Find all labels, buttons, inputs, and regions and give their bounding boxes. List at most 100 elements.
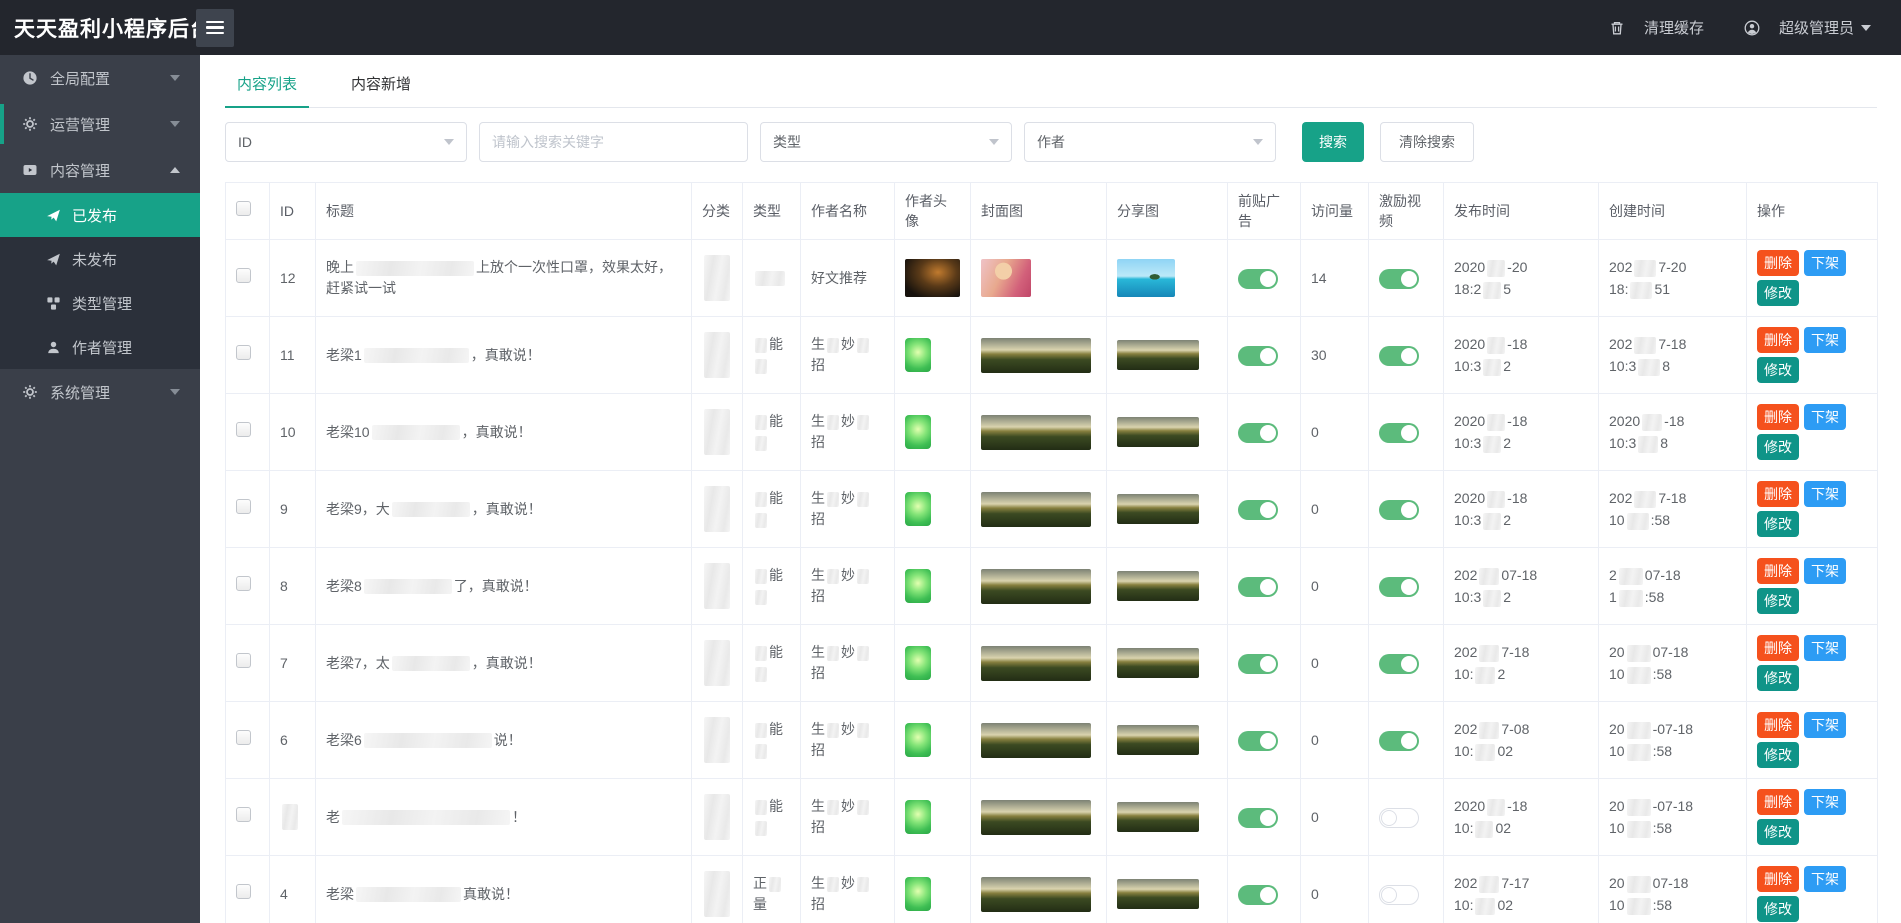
delete-button[interactable]: 删除 [1757,481,1799,507]
tab-content-add[interactable]: 内容新增 [339,73,423,107]
delete-button[interactable]: 删除 [1757,404,1799,430]
censor-patch [1627,799,1651,816]
unpublish-button[interactable]: 下架 [1804,866,1846,892]
delete-button[interactable]: 删除 [1757,866,1799,892]
unpublish-button[interactable]: 下架 [1804,404,1846,430]
text-fragment: 7-18 [1658,490,1686,506]
delete-button[interactable]: 删除 [1757,789,1799,815]
clear-cache-button[interactable]: 清理缓存 [1609,17,1704,38]
censor-patch [372,425,460,440]
hamburger-menu-icon[interactable] [196,9,234,47]
incentive-video-toggle[interactable] [1379,808,1419,828]
incentive-video-toggle[interactable] [1379,654,1419,674]
row-checkbox[interactable] [236,653,251,668]
incentive-video-toggle[interactable] [1379,577,1419,597]
column-header: 作者头像 [895,183,971,240]
delete-button[interactable]: 删除 [1757,712,1799,738]
row-checkbox[interactable] [236,730,251,745]
row-checkbox[interactable] [236,884,251,899]
incentive-video-toggle[interactable] [1379,423,1419,443]
edit-button[interactable]: 修改 [1757,357,1799,383]
unpublish-button[interactable]: 下架 [1804,789,1846,815]
edit-button[interactable]: 修改 [1757,665,1799,691]
column-header: 创建时间 [1599,183,1747,240]
pre-ad-toggle[interactable] [1238,654,1278,674]
incentive-video-toggle[interactable] [1379,885,1419,905]
unpublish-button[interactable]: 下架 [1804,635,1846,661]
sidebar-item-global-config[interactable]: 全局配置 [0,55,200,101]
pre-ad-toggle[interactable] [1238,500,1278,520]
pre-ad-toggle[interactable] [1238,731,1278,751]
delete-button[interactable]: 删除 [1757,327,1799,353]
delete-button[interactable]: 删除 [1757,635,1799,661]
text-fragment: :58 [1653,820,1672,836]
row-checkbox[interactable] [236,268,251,283]
clear-search-button[interactable]: 清除搜索 [1380,122,1474,162]
text-fragment: 老梁10 [326,424,370,440]
edit-button[interactable]: 修改 [1757,434,1799,460]
sidebar-item-unpublished[interactable]: 未发布 [0,237,200,281]
unpublish-button[interactable]: 下架 [1804,250,1846,276]
id-select[interactable]: ID [225,122,467,162]
text-fragment: 10:3 [1454,358,1481,374]
text-fragment: 202 [1609,336,1632,352]
edit-button[interactable]: 修改 [1757,896,1799,922]
keyword-input[interactable] [479,122,748,162]
sidebar-item-published[interactable]: 已发布 [0,193,200,237]
row-checkbox[interactable] [236,807,251,822]
tab-content-list[interactable]: 内容列表 [225,73,309,107]
unpublish-button[interactable]: 下架 [1804,712,1846,738]
type-cell [743,240,801,317]
type-select[interactable]: 类型 [760,122,1012,162]
unpublish-button[interactable]: 下架 [1804,481,1846,507]
pre-ad-toggle[interactable] [1238,269,1278,289]
sidebar: 全局配置运营管理内容管理已发布未发布类型管理作者管理系统管理 [0,55,200,923]
share-image [1117,879,1199,909]
delete-button[interactable]: 删除 [1757,558,1799,584]
row-checkbox[interactable] [236,499,251,514]
incentive-video-toggle[interactable] [1379,500,1419,520]
incentive-video-toggle[interactable] [1379,731,1419,751]
delete-button[interactable]: 删除 [1757,250,1799,276]
pre-ad-toggle[interactable] [1238,346,1278,366]
unpublish-button[interactable]: 下架 [1804,558,1846,584]
timestamp-line: 2020-18 [1454,410,1588,432]
sidebar-item-author-management[interactable]: 作者管理 [0,325,200,369]
sidebar-item-operations[interactable]: 运营管理 [0,101,200,147]
create-time-cell: 20-07-1810:58 [1599,702,1747,779]
text-fragment: 18: [1609,281,1628,297]
search-button[interactable]: 搜索 [1302,122,1364,162]
row-checkbox[interactable] [236,576,251,591]
pre-ad-toggle[interactable] [1238,885,1278,905]
text-fragment: 10 [1609,820,1625,836]
timestamp-line: 18:51 [1609,278,1736,300]
censor-patch [857,492,869,507]
censor-patch [1487,491,1505,508]
text-fragment: 10:3 [1609,358,1636,374]
text-fragment: 6 [280,732,288,748]
pre-ad-toggle[interactable] [1238,423,1278,443]
row-checkbox[interactable] [236,345,251,360]
text-fragment: -18 [1507,490,1527,506]
edit-button[interactable]: 修改 [1757,819,1799,845]
edit-button[interactable]: 修改 [1757,588,1799,614]
select-all-checkbox[interactable] [236,201,251,216]
admin-menu[interactable]: 超级管理员 [1744,17,1871,38]
sidebar-item-content-management[interactable]: 内容管理 [0,147,200,193]
edit-button[interactable]: 修改 [1757,280,1799,306]
pre-ad-toggle[interactable] [1238,808,1278,828]
edit-button[interactable]: 修改 [1757,742,1799,768]
censor-patch [1627,744,1651,761]
edit-button[interactable]: 修改 [1757,511,1799,537]
share-image-cell [1107,779,1228,856]
censor-patch [1475,744,1495,761]
sidebar-item-type-management[interactable]: 类型管理 [0,281,200,325]
sidebar-item-system[interactable]: 系统管理 [0,369,200,415]
author-select[interactable]: 作者 [1024,122,1276,162]
row-checkbox[interactable] [236,422,251,437]
incentive-video-toggle[interactable] [1379,269,1419,289]
text-fragment: 10 [1609,897,1625,913]
unpublish-button[interactable]: 下架 [1804,327,1846,353]
incentive-video-toggle[interactable] [1379,346,1419,366]
pre-ad-toggle[interactable] [1238,577,1278,597]
